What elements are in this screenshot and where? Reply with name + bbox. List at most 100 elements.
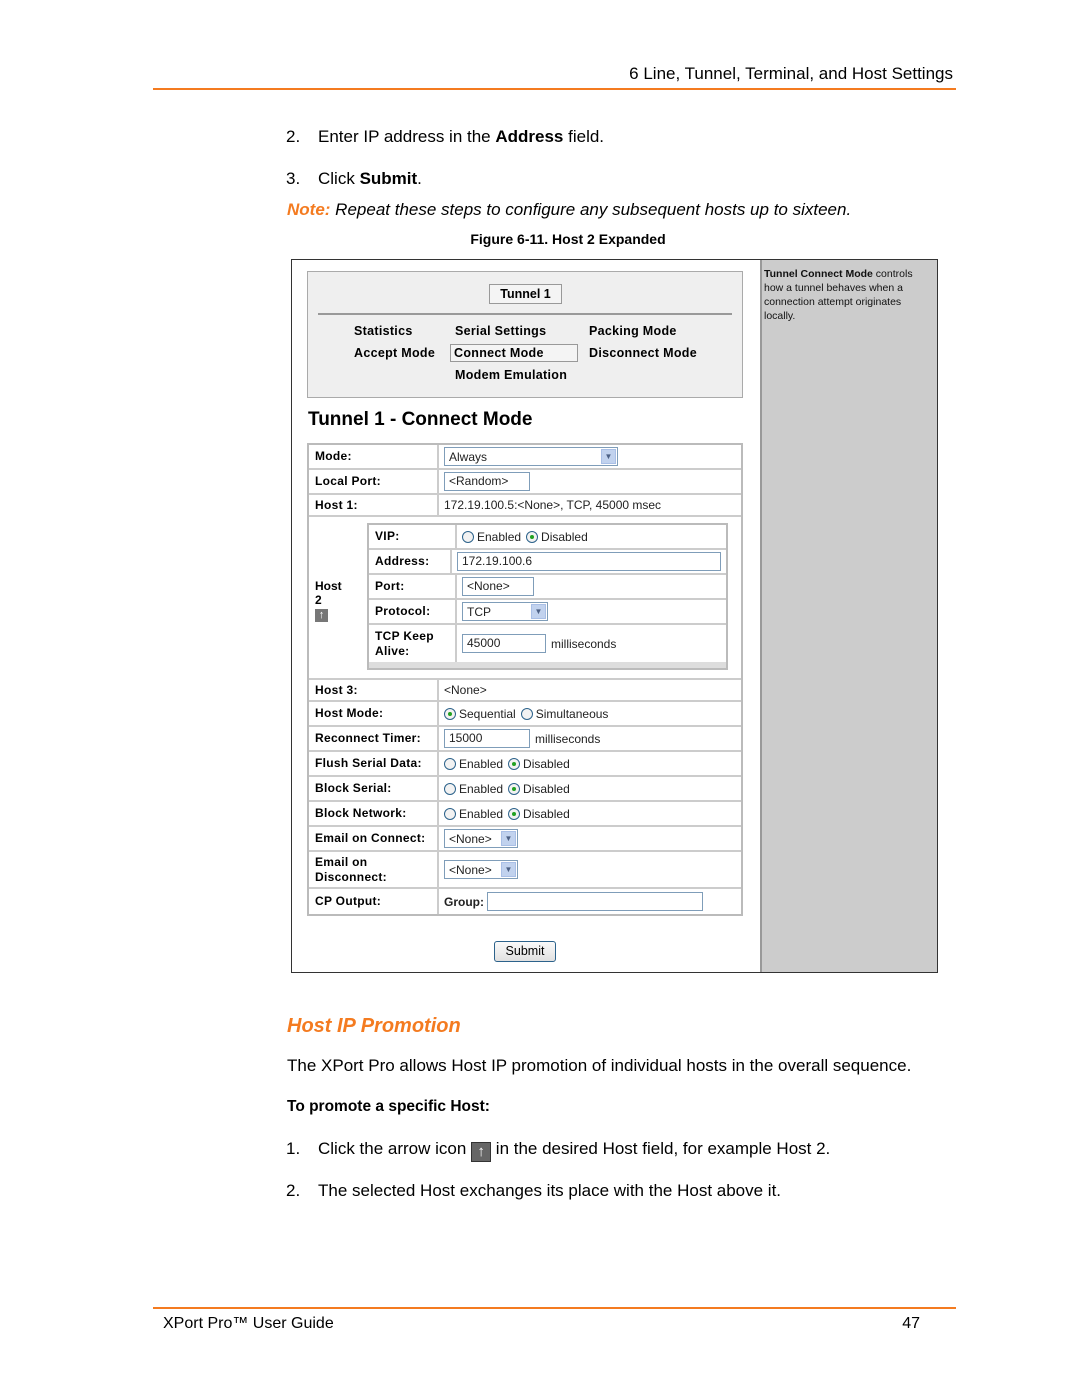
- row-host-mode: Host Mode: Sequential Simultaneous: [309, 702, 741, 727]
- figure-screenshot: Tunnel 1 Statistics Serial Settings Pack…: [291, 259, 938, 973]
- promote-step-2: 2. The selected Host exchanges its place …: [286, 1181, 781, 1201]
- step-text: Click: [318, 169, 360, 188]
- row-flush: Flush Serial Data: Enabled Disabled: [309, 752, 741, 777]
- radio-selected-icon: [444, 707, 456, 720]
- radio-icon: [520, 707, 533, 720]
- nav-accept-mode[interactable]: Accept Mode: [354, 346, 435, 360]
- local-port-input[interactable]: <Random>: [444, 472, 530, 491]
- simultaneous-radio[interactable]: Simultaneous: [520, 706, 609, 721]
- reconnect-input[interactable]: 15000: [444, 729, 530, 748]
- arrow-up-icon[interactable]: ↑: [315, 609, 328, 622]
- nav-divider: [318, 313, 732, 315]
- flush-enabled-radio[interactable]: Enabled: [444, 757, 503, 771]
- row-vip: VIP: Enabled Disabled: [369, 525, 726, 550]
- keepalive-label: TCP Keep Alive:: [369, 625, 457, 662]
- sequential-radio[interactable]: Sequential: [444, 707, 516, 721]
- reconnect-label: Reconnect Timer:: [309, 727, 439, 750]
- row-email-disconnect: Email on Disconnect: <None> ▼: [309, 852, 741, 889]
- group-input[interactable]: [487, 892, 703, 911]
- port-label: Port:: [369, 575, 457, 598]
- option-label: Enabled: [459, 756, 504, 771]
- radio-selected-icon: [526, 530, 539, 543]
- step-3: 3. Click Submit.: [286, 169, 422, 189]
- step-text: .: [417, 169, 422, 188]
- step-text: in the desired Host field, for example H…: [491, 1139, 831, 1158]
- block-serial-enabled-radio[interactable]: Enabled: [444, 782, 503, 796]
- email-disconnect-select[interactable]: <None> ▼: [444, 860, 518, 879]
- host2-settings: VIP: Enabled Disabled Address: 172.19.10…: [367, 523, 728, 670]
- host2-expanded: Host 2 ↑ VIP: Enabled Disabled Address: …: [309, 517, 741, 680]
- address-label: Address:: [369, 550, 452, 573]
- cp-output-label: CP Output:: [309, 889, 439, 914]
- flush-disabled-radio[interactable]: Disabled: [508, 757, 570, 771]
- vip-label: VIP:: [369, 525, 457, 548]
- chevron-down-icon: ▼: [601, 449, 616, 464]
- help-pane: Tunnel Connect Mode controls how a tunne…: [760, 260, 937, 972]
- host-mode-label: Host Mode:: [309, 702, 439, 725]
- section-heading: Host IP Promotion: [287, 1015, 461, 1037]
- block-network-disabled-radio[interactable]: Disabled: [508, 807, 570, 821]
- step-number: 1.: [286, 1139, 301, 1158]
- nav-disconnect-mode[interactable]: Disconnect Mode: [589, 346, 697, 360]
- row-protocol: Protocol: TCP ▼: [369, 600, 726, 625]
- row-block-network: Block Network: Enabled Disabled: [309, 802, 741, 827]
- address-input[interactable]: 172.19.100.6: [457, 552, 721, 571]
- nav-statistics[interactable]: Statistics: [354, 324, 413, 338]
- protocol-label: Protocol:: [369, 600, 457, 623]
- connect-mode-form: Mode: Always ▼ Local Port: <Random> Host …: [307, 443, 743, 916]
- step-number: 2.: [286, 127, 301, 146]
- step-text: The selected Host exchanges its place wi…: [318, 1181, 782, 1200]
- step-text: field.: [563, 127, 605, 146]
- page-title: Tunnel 1 - Connect Mode: [308, 409, 533, 430]
- block-serial-disabled-radio[interactable]: Disabled: [508, 782, 570, 796]
- mode-select[interactable]: Always ▼: [444, 447, 618, 466]
- procedure-heading: To promote a specific Host:: [287, 1098, 490, 1115]
- block-network-enabled-radio[interactable]: Enabled: [444, 807, 503, 821]
- vip-disabled-radio[interactable]: Disabled: [526, 530, 588, 544]
- row-reconnect: Reconnect Timer: 15000 milliseconds: [309, 727, 741, 752]
- chevron-down-icon: ▼: [531, 604, 546, 619]
- step-bold: Submit: [359, 169, 418, 188]
- keepalive-input[interactable]: 45000: [462, 634, 546, 653]
- email-connect-select[interactable]: <None> ▼: [444, 829, 518, 848]
- host2-label: Host 2 ↑: [309, 517, 367, 678]
- row-mode: Mode: Always ▼: [309, 445, 741, 470]
- vip-enabled-radio[interactable]: Enabled: [462, 530, 521, 544]
- protocol-select[interactable]: TCP ▼: [462, 602, 548, 621]
- flush-label: Flush Serial Data:: [309, 752, 439, 775]
- radio-icon: [444, 782, 456, 795]
- footer-rule: [153, 1307, 956, 1309]
- footer-title: XPort Pro™ User Guide: [163, 1315, 334, 1332]
- host3-label: Host 3:: [309, 680, 439, 700]
- chapter-header: 6 Line, Tunnel, Terminal, and Host Setti…: [629, 64, 953, 83]
- nav-serial-settings[interactable]: Serial Settings: [455, 324, 546, 338]
- nav-connect-mode[interactable]: Connect Mode: [450, 344, 578, 362]
- block-network-label: Block Network:: [309, 802, 439, 825]
- nav-modem-emulation[interactable]: Modem Emulation: [455, 368, 567, 382]
- port-input[interactable]: <None>: [462, 577, 534, 596]
- note: Note: Repeat these steps to configure an…: [287, 200, 851, 220]
- step-number: 2.: [286, 1181, 301, 1200]
- radio-selected-icon: [508, 807, 521, 820]
- group-label: Group:: [444, 894, 484, 909]
- option-label: Simultaneous: [535, 706, 609, 721]
- radio-icon: [444, 807, 456, 820]
- submit-button[interactable]: Submit: [494, 941, 556, 962]
- host1-value: 172.19.100.5:<None>, TCP, 45000 msec: [444, 498, 662, 512]
- host3-value: <None>: [444, 683, 487, 697]
- row-host3: Host 3: <None>: [309, 680, 741, 702]
- tunnel-selector[interactable]: Tunnel 1: [489, 284, 562, 304]
- section-paragraph: The XPort Pro allows Host IP promotion o…: [287, 1056, 912, 1075]
- promote-step-1: 1. Click the arrow icon ↑ in the desired …: [286, 1139, 830, 1162]
- tunnel-nav: Tunnel 1 Statistics Serial Settings Pack…: [307, 271, 743, 398]
- radio-selected-icon: [508, 757, 521, 770]
- chevron-down-icon: ▼: [501, 862, 516, 877]
- page-number: 47: [902, 1315, 920, 1332]
- option-label: Enabled: [459, 806, 504, 821]
- option-label: Disabled: [523, 806, 570, 821]
- step-2: 2. Enter IP address in the Address field.: [286, 127, 604, 147]
- local-port-label: Local Port:: [309, 470, 439, 493]
- option-label: Disabled: [523, 756, 570, 771]
- help-title: Tunnel Connect Mode: [764, 268, 873, 280]
- nav-packing-mode[interactable]: Packing Mode: [589, 324, 677, 338]
